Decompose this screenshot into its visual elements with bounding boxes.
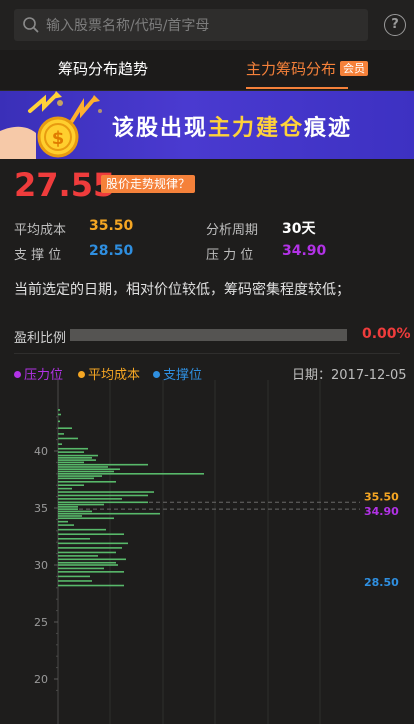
- chip-bar: [58, 580, 92, 582]
- chip-bar: [58, 473, 204, 475]
- chip-bar: [58, 520, 68, 523]
- chip-bar: [58, 510, 92, 513]
- chip-bar: [58, 571, 124, 573]
- banner-text-highlight: 主力建仓: [208, 116, 305, 141]
- legend-support-dot: [153, 371, 160, 378]
- chip-bar: [58, 466, 108, 468]
- chip-bar: [58, 437, 78, 440]
- chip-bar: [58, 463, 148, 466]
- avg-cost-value: 35.50: [89, 218, 134, 234]
- chip-bar: [58, 558, 126, 561]
- y-tick-label: 35: [34, 502, 48, 515]
- chip-bar: [58, 461, 84, 464]
- profit-ratio-bar: [70, 329, 347, 341]
- tab-main-chip-label: 主力筹码分布: [246, 60, 337, 78]
- chip-bar: [58, 420, 60, 423]
- period-value: 30天: [282, 221, 316, 237]
- search-icon: [23, 17, 39, 33]
- chip-bar: [58, 433, 64, 435]
- legend-avg-dot: [78, 371, 85, 378]
- svg-text:$: $: [52, 128, 65, 149]
- chip-bar: [58, 480, 116, 483]
- chip-bar: [58, 537, 90, 540]
- avg-cost-label: 平均成本: [14, 223, 67, 238]
- chip-bar: [58, 564, 118, 566]
- chip-bar: [58, 551, 116, 554]
- y-tick-label: 40: [34, 445, 48, 458]
- chip-bar: [58, 508, 78, 510]
- y-tick-label: 25: [34, 616, 48, 629]
- member-badge: 会员: [340, 61, 369, 76]
- search-box[interactable]: [14, 9, 368, 43]
- chip-bar: [58, 487, 72, 490]
- chip-bar: [58, 584, 124, 587]
- price-trend-tag[interactable]: 股价走势规律？: [101, 175, 196, 193]
- chip-bar: [58, 477, 94, 480]
- chip-distribution-chart: 20 25 30 35 40 35.50 34.90 28.50: [34, 380, 399, 724]
- chip-bar: [58, 501, 148, 504]
- chip-bar: [58, 506, 78, 508]
- money-hand-icon: $: [0, 91, 102, 159]
- chip-bar: [58, 528, 106, 531]
- chip-bar: [58, 491, 154, 493]
- y-tick-label: 20: [34, 673, 48, 686]
- chip-bar: [58, 468, 120, 471]
- section-divider: [14, 353, 400, 354]
- chip-bar: [58, 409, 60, 411]
- period-label: 分析周期: [206, 223, 259, 238]
- analysis-description: 当前选定的日期，相对价位较低，筹码密集程度较低；: [14, 282, 350, 298]
- chip-bar: [58, 447, 88, 450]
- tab-chip-distribution-trend[interactable]: 筹码分布趋势: [58, 50, 148, 90]
- chip-bar: [58, 515, 82, 517]
- chip-bar: [58, 470, 114, 473]
- banner-text-c: 痕迹: [304, 116, 353, 141]
- chip-bar: [58, 567, 104, 570]
- profit-ratio-value: 0.00%: [362, 326, 411, 342]
- banner-text-a: 该股出现: [112, 116, 209, 141]
- y-tick-label: 30: [34, 559, 48, 572]
- price-annotation: 28.50: [364, 576, 399, 589]
- chip-bar: [58, 547, 122, 549]
- chip-bar: [58, 494, 148, 497]
- chip-bar: [58, 498, 122, 500]
- chip-bar: [58, 413, 61, 416]
- legend-pressure-dot: [14, 371, 21, 378]
- support-value: 28.50: [89, 243, 134, 259]
- chip-bar: [58, 503, 104, 506]
- tab-main-chip-distribution[interactable]: 主力筹码分布 会员: [246, 50, 369, 90]
- banner-text: 该股出现主力建仓痕迹: [112, 110, 352, 142]
- chip-bar: [58, 524, 74, 526]
- pressure-value: 34.90: [282, 243, 327, 259]
- chip-bar: [58, 555, 98, 557]
- price-annotation: 34.90: [364, 505, 399, 518]
- support-label: 支 撑 位: [14, 248, 62, 263]
- chip-bar: [58, 575, 90, 578]
- chip-bar: [58, 512, 160, 515]
- chip-bar: [58, 533, 124, 536]
- tab-bar: 筹码分布趋势 主力筹码分布 会员: [0, 50, 414, 91]
- chip-bar: [58, 451, 84, 453]
- chip-bar: [58, 542, 128, 545]
- chip-bar: [58, 454, 98, 457]
- pressure-label: 压 力 位: [206, 248, 254, 263]
- profit-ratio-label: 盈利比例: [14, 331, 67, 346]
- help-icon[interactable]: ?: [384, 14, 406, 36]
- top-bar: ?: [0, 0, 414, 50]
- price-annotation: 35.50: [364, 490, 399, 503]
- promo-banner[interactable]: $ 该股出现主力建仓痕迹: [0, 91, 414, 159]
- chip-bar: [58, 427, 72, 429]
- chip-bar: [58, 484, 84, 486]
- chip-bar: [58, 457, 92, 459]
- search-input[interactable]: [44, 9, 368, 43]
- chip-bar: [58, 561, 116, 564]
- chip-bar: [58, 459, 96, 461]
- chip-bar: [58, 517, 114, 520]
- chip-bar: [58, 443, 62, 445]
- active-tab-indicator: [246, 87, 348, 89]
- chip-bar: [58, 475, 102, 477]
